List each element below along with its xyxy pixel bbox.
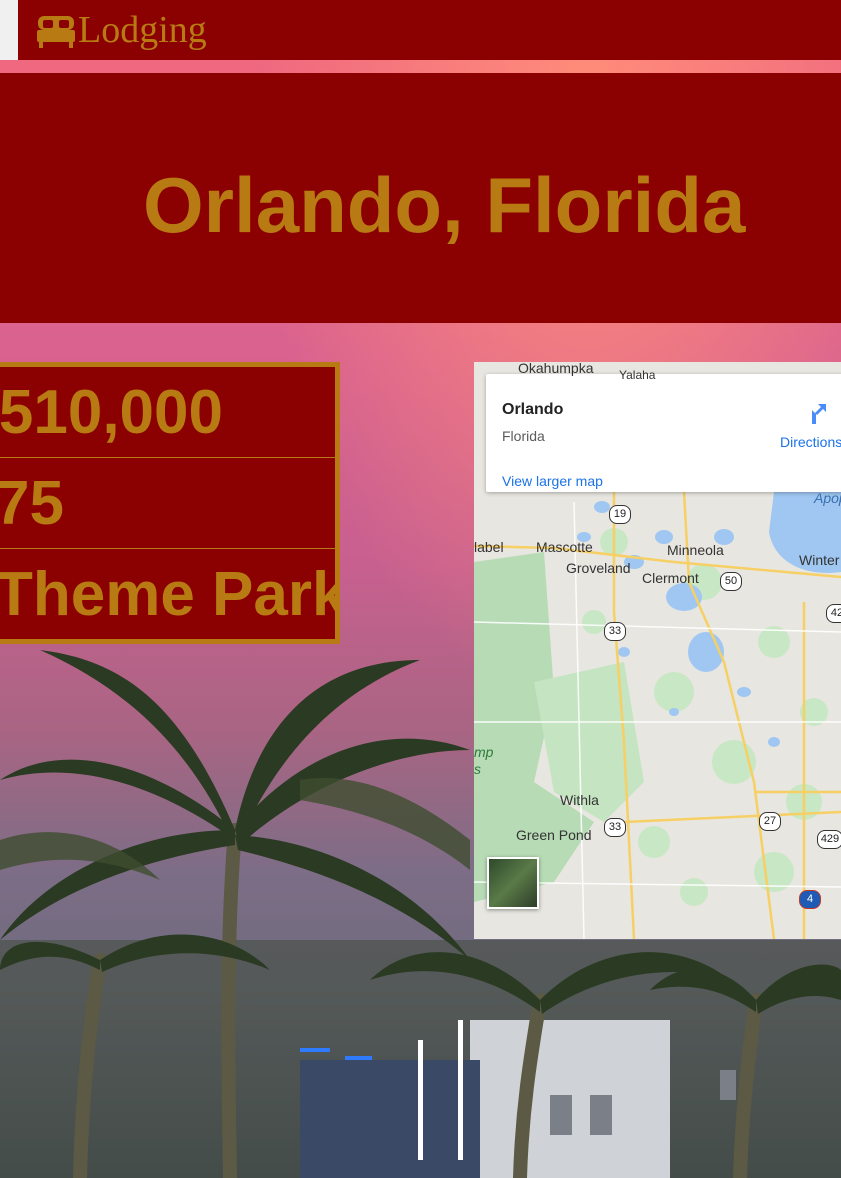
- view-larger-map-link[interactable]: View larger map: [502, 473, 603, 489]
- place-region: Florida: [502, 428, 545, 444]
- map-info-card: Orlando Florida View larger map Directio…: [486, 374, 841, 492]
- stat-number-value: 75: [0, 469, 64, 538]
- map-label-groveland: Groveland: [566, 560, 631, 576]
- stat-number: 75: [0, 458, 335, 549]
- map-label-minneola: Minneola: [667, 542, 724, 558]
- page-title: Orlando, Florida: [143, 161, 746, 249]
- brand-link[interactable]: Lodging: [36, 2, 207, 58]
- directions-icon[interactable]: [802, 400, 830, 433]
- satellite-view-toggle[interactable]: [487, 857, 539, 909]
- directions-link[interactable]: Directions: [780, 434, 841, 450]
- google-map[interactable]: Orlando Florida View larger map Directio…: [474, 362, 841, 939]
- stat-theme-parks-value: Theme Parks: [0, 560, 335, 629]
- map-label-apop: Apop: [814, 490, 841, 506]
- stats-panel: 510,000 75 Theme Parks: [0, 362, 340, 644]
- route-shield-33-south: 33: [604, 818, 626, 837]
- route-shield-33-north: 33: [604, 622, 626, 641]
- bed-icon: [36, 10, 76, 50]
- route-shield-4: 4: [799, 890, 821, 909]
- route-shield-19: 19: [609, 505, 631, 524]
- map-label-mp: mp: [474, 744, 494, 760]
- route-shield-27: 27: [759, 812, 781, 831]
- stat-population: 510,000: [0, 367, 335, 458]
- map-label-mascotte: Mascotte: [536, 539, 593, 555]
- stat-population-value: 510,000: [0, 378, 223, 447]
- map-label-clermont: Clermont: [642, 570, 699, 586]
- brand-text: Lodging: [78, 9, 207, 51]
- route-shield-429: 429: [817, 830, 841, 849]
- route-shield-50: 50: [720, 572, 742, 591]
- map-label-okahumpka: Okahumpka: [518, 362, 594, 376]
- map-label-winter: Winter: [799, 552, 840, 568]
- route-shield-42: 42: [826, 604, 841, 623]
- left-strip: [0, 0, 18, 60]
- map-label-green-pond: Green Pond: [516, 827, 592, 843]
- stat-theme-parks: Theme Parks: [0, 549, 335, 640]
- navbar: Lodging: [18, 0, 841, 60]
- map-label-s: s: [474, 761, 481, 777]
- map-label-withla: Withla: [560, 792, 599, 808]
- place-name: Orlando: [502, 401, 564, 418]
- map-label-edge: label: [474, 539, 504, 555]
- map-label-yalaha: Yalaha: [619, 368, 656, 382]
